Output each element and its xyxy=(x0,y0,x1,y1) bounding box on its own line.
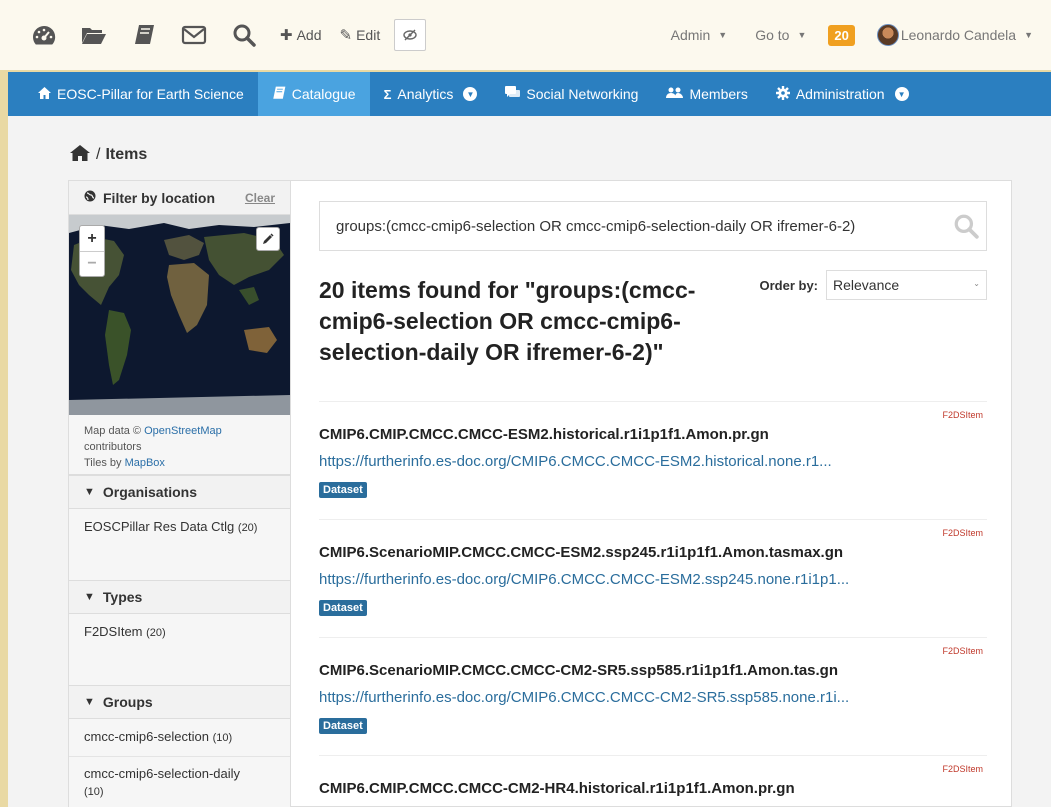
chevron-down-icon: ⌄ xyxy=(973,279,980,288)
top-toolbar: ✚ Add ✎ Edit Admin ▼ Go to ▼ 20 Leonardo… xyxy=(0,0,1051,70)
result-item: F2DSItem CMIP6.ScenarioMIP.CMCC.CMCC-ESM… xyxy=(319,519,987,637)
result-url-link[interactable]: https://furtherinfo.es-doc.org/CMIP6.CMC… xyxy=(319,453,832,470)
map-attribution: Map data © OpenStreetMap contributors Ti… xyxy=(69,415,290,475)
facet-item[interactable]: cmcc-cmip6-selection (10) xyxy=(69,719,290,757)
organisations-header: ▼ Organisations xyxy=(69,475,290,509)
user-menu[interactable]: Leonardo Candela ▼ xyxy=(876,24,1033,46)
eye-slash-icon xyxy=(403,29,417,41)
caret-down-icon: ▼ xyxy=(718,30,728,40)
zoom-out-button[interactable]: − xyxy=(80,251,104,276)
caret-down-icon: ▼ xyxy=(1024,30,1033,40)
types-header: ▼ Types xyxy=(69,580,290,614)
mapbox-link[interactable]: MapBox xyxy=(125,457,165,469)
edit-icon: ✎ xyxy=(339,27,353,44)
nav-item-home[interactable]: EOSC-Pillar for Earth Science xyxy=(8,72,258,116)
dashboard-icon[interactable] xyxy=(30,21,58,49)
groups-header: ▼ Groups xyxy=(69,685,290,719)
filter-icon: ▼ xyxy=(84,696,95,708)
search-box[interactable]: groups:(cmcc-cmip6-selection OR cmcc-cmi… xyxy=(319,201,987,251)
avatar xyxy=(876,24,899,46)
caret-down-icon: ▼ xyxy=(894,87,909,101)
caret-down-icon: ▼ xyxy=(463,87,478,101)
result-title-link[interactable]: CMIP6.CMIP.CMCC.CMCC-CM2-HR4.historical.… xyxy=(319,780,795,797)
users-icon xyxy=(666,87,684,102)
content-area: / Items Filter by location Clear + − Map… xyxy=(8,116,1051,807)
order-by-control: Order by: Relevance ⌄ xyxy=(759,270,987,300)
result-item: F2DSItem CMIP6.CMIP.CMCC.CMCC-CM2-HR4.hi… xyxy=(319,755,987,807)
clear-location-link[interactable]: Clear xyxy=(245,191,275,205)
map-zoom-controls: + − xyxy=(79,225,105,277)
hide-toggle-button[interactable] xyxy=(394,19,427,51)
search-input[interactable]: groups:(cmcc-cmip6-selection OR cmcc-cmi… xyxy=(336,218,946,235)
format-badge[interactable]: Dataset xyxy=(319,718,367,734)
caret-down-icon: ▼ xyxy=(797,30,807,40)
result-title-link[interactable]: CMIP6.ScenarioMIP.CMCC.CMCC-ESM2.ssp245.… xyxy=(319,544,843,561)
filter-location-header: Filter by location Clear xyxy=(69,181,290,215)
gear-icon xyxy=(775,85,790,103)
notification-badge[interactable]: 20 xyxy=(828,24,855,46)
nav-item-analytics[interactable]: Σ Analytics ▼ xyxy=(370,72,492,116)
book-icon xyxy=(272,86,286,103)
result-item: F2DSItem CMIP6.CMIP.CMCC.CMCC-ESM2.histo… xyxy=(319,401,987,519)
format-badge[interactable]: Dataset xyxy=(319,482,367,498)
item-type-tag: F2DSItem xyxy=(942,764,983,774)
nav-item-social-networking[interactable]: Social Networking xyxy=(491,72,652,116)
openstreetmap-link[interactable]: OpenStreetMap xyxy=(144,425,222,437)
sigma-icon: Σ xyxy=(383,86,392,102)
pencil-icon[interactable] xyxy=(256,227,280,251)
facet-item[interactable]: cmcc-cmip6-selection-daily (10) xyxy=(69,757,290,807)
results-main: groups:(cmcc-cmip6-selection OR cmcc-cmi… xyxy=(319,201,987,797)
filter-sidebar: Filter by location Clear + − Map data © … xyxy=(69,181,291,807)
item-type-tag: F2DSItem xyxy=(942,528,983,538)
filter-icon: ▼ xyxy=(84,591,95,603)
facet-item[interactable]: F2DSItem (20) xyxy=(69,614,290,651)
result-title-link[interactable]: CMIP6.CMIP.CMCC.CMCC-ESM2.historical.r1i… xyxy=(319,426,769,443)
chat-icon xyxy=(505,86,521,102)
facet-item[interactable]: EOSCPillar Res Data Ctlg (20) xyxy=(69,509,290,546)
breadcrumb-current: Items xyxy=(105,146,148,163)
zoom-in-button[interactable]: + xyxy=(80,226,104,251)
folder-icon[interactable] xyxy=(80,21,108,49)
search-icon[interactable] xyxy=(230,21,258,49)
results-heading: 20 items found for "groups:(cmcc-cmip6-s… xyxy=(319,277,696,365)
plus-icon: ✚ xyxy=(280,27,293,44)
filter-icon: ▼ xyxy=(84,486,95,498)
result-title-link[interactable]: CMIP6.ScenarioMIP.CMCC.CMCC-CM2-SR5.ssp5… xyxy=(319,662,838,679)
main-nav: EOSC-Pillar for Earth Science Catalogue … xyxy=(8,72,1051,116)
result-item: F2DSItem CMIP6.ScenarioMIP.CMCC.CMCC-CM2… xyxy=(319,637,987,755)
order-by-select[interactable]: Relevance ⌄ xyxy=(826,270,987,300)
envelope-icon[interactable] xyxy=(180,21,208,49)
globe-icon xyxy=(84,190,96,205)
search-icon[interactable] xyxy=(946,213,986,239)
location-map[interactable]: + − xyxy=(69,215,290,415)
add-button[interactable]: ✚ Add xyxy=(280,26,322,44)
home-icon xyxy=(38,86,51,102)
breadcrumb: / Items xyxy=(70,144,147,166)
nav-item-administration[interactable]: Administration ▼ xyxy=(762,72,923,116)
result-url-link[interactable]: https://furtherinfo.es-doc.org/CMIP6.CMC… xyxy=(319,571,849,588)
home-icon[interactable] xyxy=(70,144,90,166)
format-badge[interactable]: Dataset xyxy=(319,600,367,616)
item-type-tag: F2DSItem xyxy=(942,410,983,420)
edit-button[interactable]: ✎ Edit xyxy=(340,26,381,44)
results-panel: Filter by location Clear + − Map data © … xyxy=(68,180,1012,807)
result-url-link[interactable]: https://furtherinfo.es-doc.org/CMIP6.CMC… xyxy=(319,689,849,706)
admin-menu[interactable]: Admin ▼ xyxy=(671,27,728,43)
goto-menu[interactable]: Go to ▼ xyxy=(755,27,806,43)
nav-item-catalogue[interactable]: Catalogue xyxy=(257,72,370,116)
item-type-tag: F2DSItem xyxy=(942,646,983,656)
nav-item-members[interactable]: Members xyxy=(652,72,761,116)
book-icon[interactable] xyxy=(130,21,158,49)
